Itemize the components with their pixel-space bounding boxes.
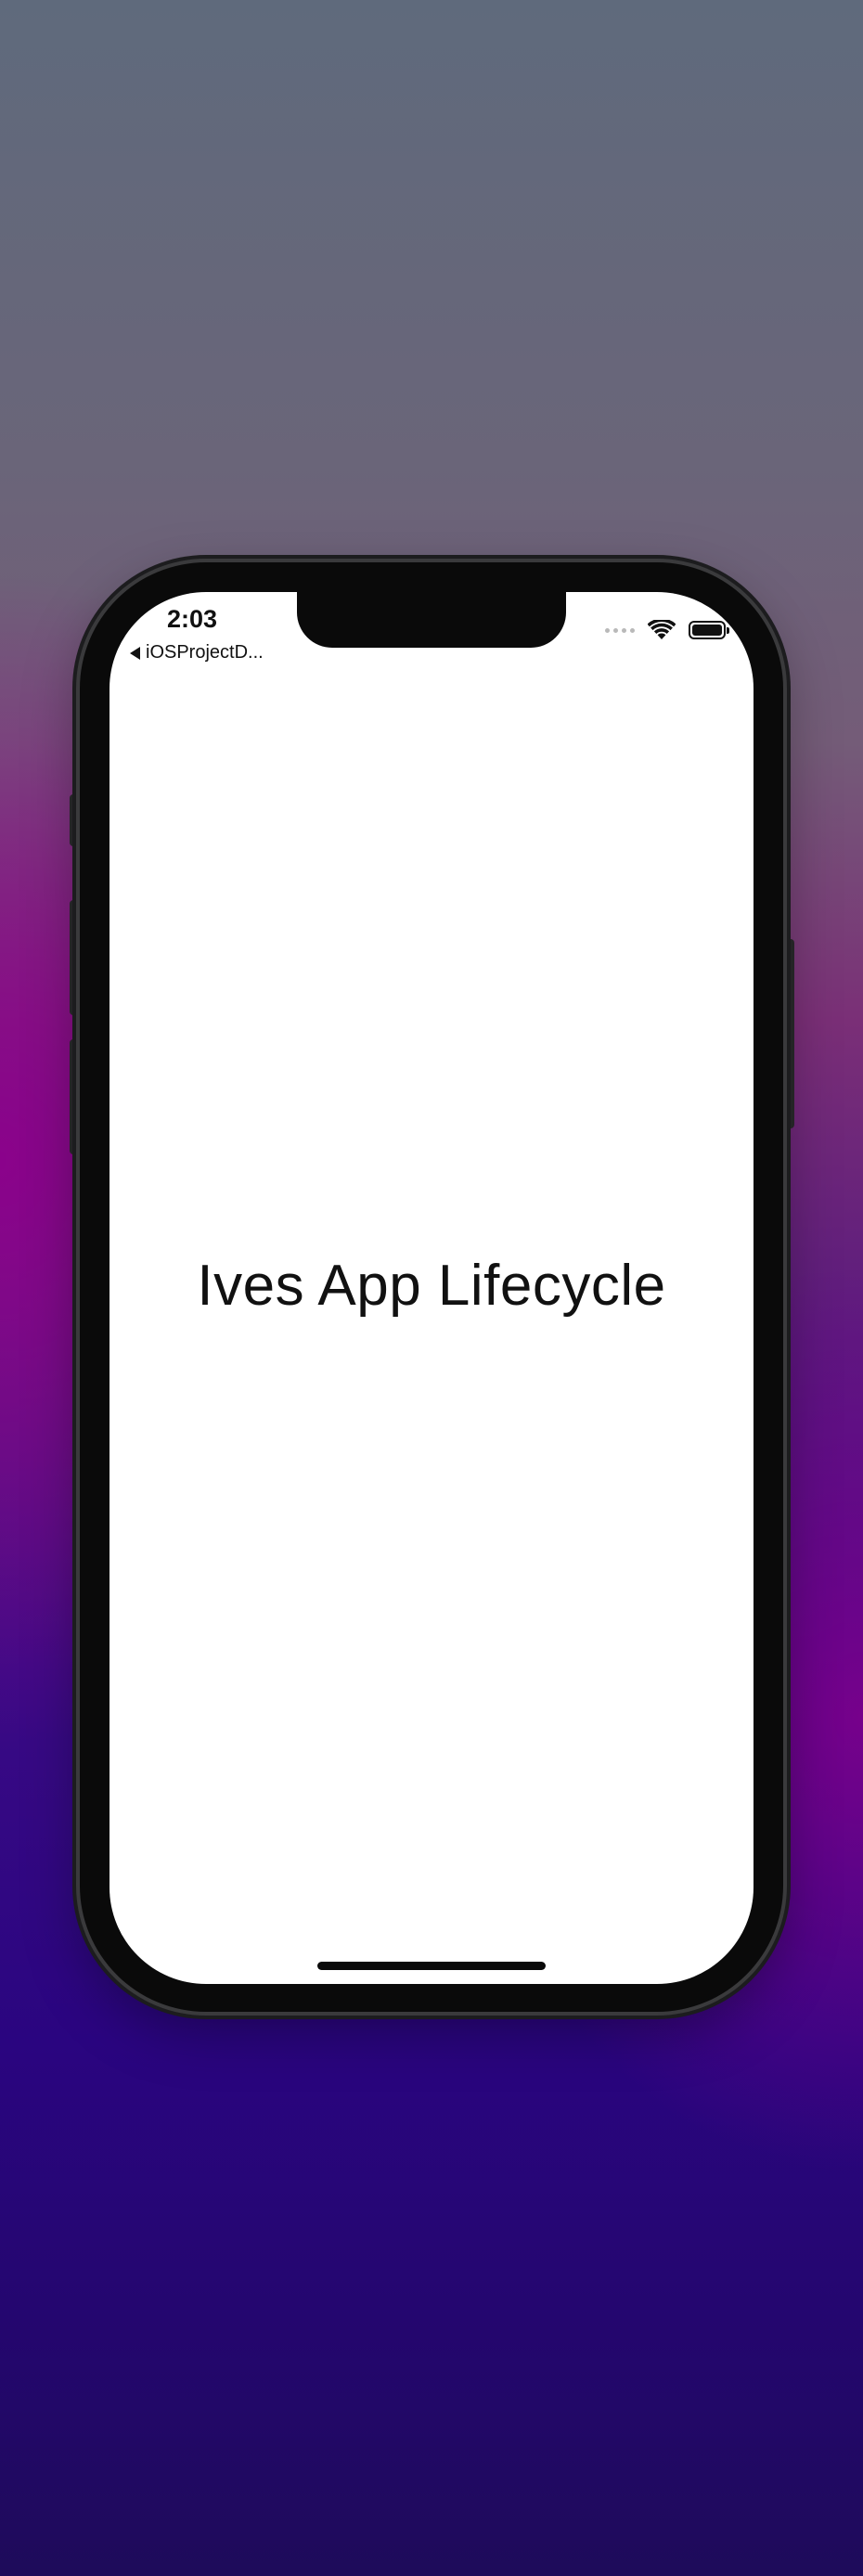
volume-down-button	[70, 1039, 78, 1154]
device-screen: 2:03 iOSProjectD... Ives App Lifecycle	[109, 592, 754, 1984]
notch	[297, 592, 566, 648]
page-title: Ives App Lifecycle	[197, 1254, 666, 1318]
status-time: 2:03	[167, 605, 218, 633]
battery-icon	[689, 621, 729, 639]
power-button	[786, 939, 794, 1128]
volume-up-button	[70, 900, 78, 1015]
home-indicator[interactable]	[317, 1962, 546, 1970]
signal-dots-icon	[605, 627, 635, 633]
back-to-app-button[interactable]: iOSProjectD...	[130, 642, 264, 663]
wifi-icon	[648, 620, 676, 639]
silent-switch	[70, 794, 78, 846]
back-to-app-label: iOSProjectD...	[146, 642, 264, 663]
status-icons	[605, 620, 729, 640]
back-arrow-icon	[130, 646, 140, 660]
